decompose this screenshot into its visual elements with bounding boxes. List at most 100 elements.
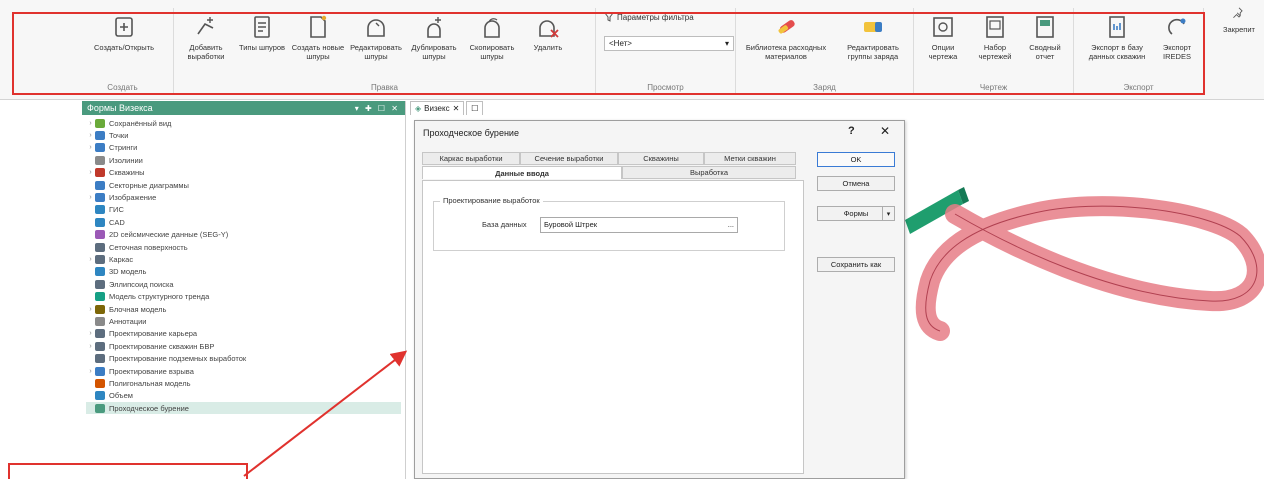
new-window-icon: ☐ [471,104,479,113]
export-db-icon [1109,16,1125,38]
tree-item[interactable]: › Точки [86,129,401,141]
tree-item[interactable]: ГИС [86,204,401,216]
copy-holes-button[interactable]: Скопировать шпуры [464,10,520,72]
expand-icon[interactable]: › [86,194,95,201]
expand-icon[interactable]: › [86,144,95,151]
expand-icon[interactable]: › [86,343,95,350]
consumables-library-label: Библиотека расходных материалов [745,43,827,61]
app-window: Создать/Открыть Создать Добавить выработ… [0,0,1264,479]
tab-hole-marks[interactable]: Метки скважин [704,152,796,165]
drawing-options-button[interactable]: Опции чертежа [918,10,968,72]
tab-holes[interactable]: Скважины [618,152,704,165]
consumables-library-button[interactable]: Библиотека расходных материалов [742,10,830,72]
tree-item-label: Проектирование взрыва [109,366,194,376]
layer-icon [95,230,105,240]
expand-icon[interactable]: › [86,132,95,139]
tree-item[interactable]: › Блочная модель [86,303,401,315]
help-button[interactable]: ? [848,125,855,137]
tree-item[interactable]: Проектирование подземных выработок [86,352,401,364]
layer-icon [95,279,105,289]
tree-item[interactable]: Сеточная поверхность [86,241,401,253]
save-as-button[interactable]: Сохранить как [817,257,895,272]
tree-item[interactable]: › Сохранённый вид [86,117,401,129]
tree-item[interactable]: › Скважины [86,167,401,179]
expand-icon[interactable]: › [86,120,95,127]
tree-item[interactable]: Секторные диаграммы [86,179,401,191]
tree-item[interactable]: Полигональная модель [86,377,401,389]
layer-icon [95,378,105,388]
tree-item[interactable]: › Проектирование карьера [86,328,401,340]
tree-item[interactable]: Объем [86,390,401,402]
tree-item[interactable]: › Стринги [86,142,401,154]
chevron-down-icon[interactable]: ▾ [882,207,894,220]
layer-icon [95,341,105,351]
tree-item[interactable]: Изолинии [86,154,401,166]
panel-header: Формы Визекса ▾ ✚ ☐ ✕ [82,101,405,115]
ribbon-group-charge: Библиотека расходных материалов Редактир… [736,8,914,94]
tree-item-label: Сохранённый вид [109,118,172,128]
tree-item[interactable]: 3D модель [86,266,401,278]
drawing-options-icon [933,17,953,37]
create-open-button[interactable]: Создать/Открыть [92,10,156,72]
create-holes-label: Создать новые шпуры [291,43,345,61]
close-icon[interactable]: ✕ [453,104,460,113]
tab-section[interactable]: Сечение выработки [520,152,618,165]
delete-button[interactable]: Удалить [520,10,576,72]
tree-item[interactable]: Модель структурного тренда [86,290,401,302]
tab-vizex[interactable]: ◈ Визекс ✕ [410,101,465,115]
tree-item[interactable]: › Каркас [86,253,401,265]
drawing-set-button[interactable]: Набор чертежей [970,10,1020,72]
expand-icon[interactable]: › [86,330,95,337]
summary-report-button[interactable]: Сводный отчет [1020,10,1070,72]
create-holes-icon [310,15,327,38]
tree-item[interactable]: › Проектирование скважин БВР [86,340,401,352]
tree-item[interactable]: Аннотации [86,315,401,327]
tree-item[interactable]: Эллипсоид поиска [86,278,401,290]
tab-page-input-data: Проектирование выработок База данных Бур… [422,180,804,474]
tree-item[interactable]: Проходческое бурение [86,401,401,415]
group-label-charge: Заряд [813,83,836,92]
tree-item[interactable]: › Проектирование взрыва [86,365,401,377]
tab-input-data[interactable]: Данные ввода [422,166,622,179]
add-workings-button[interactable]: Добавить выработки [178,10,234,72]
hole-types-label: Типы шпуров [238,43,286,52]
tree-item-label: Сеточная поверхность [109,242,188,252]
new-tab-button[interactable]: ☐ [466,101,484,115]
create-holes-button[interactable]: Создать новые шпуры [290,10,346,72]
tree-item-label: Проектирование карьера [109,329,198,339]
database-field[interactable]: Буровой Штрек ... [540,217,738,233]
tree-item[interactable]: 2D сейсмические данные (SEG-Y) [86,229,401,241]
browse-button[interactable]: ... [728,220,734,230]
tree-item[interactable]: › Изображение [86,191,401,203]
export-iredes-button[interactable]: Экспорт IREDES [1154,10,1200,72]
group-label-drawing: Чертеж [979,83,1008,92]
hole-types-button[interactable]: Типы шпуров [234,10,290,72]
expand-icon[interactable]: › [86,256,95,263]
pin-button[interactable]: Закрепит [1212,2,1264,64]
copy-holes-icon [484,18,500,38]
ribbon-group-drawing: Опции чертежа Набор чертежей Сводный отч… [914,8,1074,94]
panel-controls[interactable]: ▾ ✚ ☐ ✕ [355,104,400,113]
cancel-button[interactable]: Отмена [817,176,895,191]
close-button[interactable]: ✕ [880,124,890,138]
duplicate-holes-label: Дублировать шпуры [411,43,457,61]
duplicate-holes-button[interactable]: Дублировать шпуры [406,10,462,72]
filter-select[interactable]: <Нет> ▾ [604,36,734,51]
expand-icon[interactable]: › [86,169,95,176]
export-db-button[interactable]: Экспорт в базу данных скважин [1080,10,1154,72]
database-label: База данных [482,220,527,229]
layer-icon [95,118,105,128]
expand-icon[interactable]: › [86,368,95,375]
tab-working[interactable]: Выработка [622,166,796,179]
filter-params-button[interactable]: Параметры фильтра [604,12,734,22]
edit-holes-button[interactable]: Редактировать шпуры [348,10,404,72]
ok-button[interactable]: OK [817,152,895,167]
tab-frame[interactable]: Каркас выработки [422,152,520,165]
tab-vizex-label: Визекс [424,104,450,113]
edit-charge-groups-button[interactable]: Редактировать группы заряда [836,10,910,72]
tree-item[interactable]: CAD [86,216,401,228]
expand-icon[interactable]: › [86,306,95,313]
tree-item-label: Блочная модель [109,304,167,314]
filter-icon [604,12,614,22]
forms-button[interactable]: Формы ▾ [817,206,895,221]
